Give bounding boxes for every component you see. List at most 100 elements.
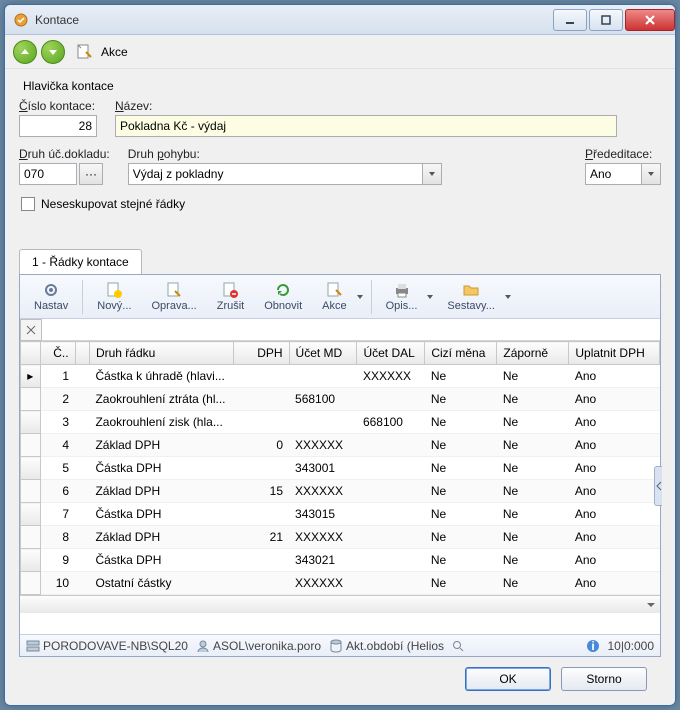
header-section-title: Hlavička kontace	[23, 79, 661, 93]
opis-dropdown[interactable]	[425, 277, 435, 317]
titlebar[interactable]: Kontace	[5, 5, 675, 35]
minimize-button[interactable]	[553, 9, 587, 31]
cell-dph	[233, 388, 289, 411]
col-ucet-md[interactable]: Účet MD	[289, 342, 357, 365]
col-uplatnit-dph[interactable]: Uplatnit DPH	[569, 342, 660, 365]
nastav-button[interactable]: Nastav	[26, 277, 76, 317]
akce-menu[interactable]: Akce	[101, 45, 128, 59]
cell-uplatnit: Ano	[569, 503, 660, 526]
cell-druh: Zaokrouhlení ztráta (hl...	[89, 388, 233, 411]
cell-md	[289, 365, 357, 388]
zrusit-button[interactable]: Zrušit	[209, 277, 253, 317]
cell-md: XXXXXX	[289, 480, 357, 503]
cell-dal	[357, 388, 425, 411]
status-server: PORODOVAVE-NB\SQL20	[43, 639, 188, 653]
prededitace-dropdown-button[interactable]	[641, 163, 661, 185]
storno-button[interactable]: Storno	[561, 667, 647, 691]
druh-dokladu-input[interactable]	[19, 163, 77, 185]
cell-zaporne: Ne	[497, 549, 569, 572]
table-row[interactable]: 7Částka DPH343015NeNeAno	[21, 503, 660, 526]
cell-cislo: 7	[40, 503, 75, 526]
cell-dal: XXXXXX	[357, 365, 425, 388]
status-counter: 10|0:000	[608, 639, 655, 653]
prededitace-select[interactable]	[585, 163, 641, 185]
close-button[interactable]	[625, 9, 675, 31]
cell-zaporne: Ne	[497, 457, 569, 480]
server-icon	[26, 639, 40, 653]
cell-uplatnit: Ano	[569, 434, 660, 457]
cell-uplatnit: Ano	[569, 411, 660, 434]
col-dph[interactable]: DPH	[233, 342, 289, 365]
table-row[interactable]: 2Zaokrouhlení ztráta (hl...568100NeNeAno	[21, 388, 660, 411]
cell-zaporne: Ne	[497, 572, 569, 595]
akce-dropdown[interactable]	[355, 277, 365, 317]
data-grid[interactable]: Č.. Druh řádku DPH Účet MD Účet DAL Cizí…	[20, 341, 660, 595]
cell-druh: Částka DPH	[89, 457, 233, 480]
cell-cislo: 9	[40, 549, 75, 572]
neseskupovat-label: Neseskupovat stejné řádky	[41, 197, 185, 211]
table-row[interactable]: ▸1Částka k úhradě (hlavi...XXXXXXNeNeAno	[21, 365, 660, 388]
cell-zaporne: Ne	[497, 388, 569, 411]
cell-uplatnit: Ano	[569, 549, 660, 572]
table-row[interactable]: 8Základ DPH21XXXXXXNeNeAno	[21, 526, 660, 549]
filter-row	[20, 319, 660, 341]
cell-druh: Ostatní částky	[89, 572, 233, 595]
cell-md: 568100	[289, 388, 357, 411]
table-row[interactable]: 10Ostatní částkyXXXXXXNeNeAno	[21, 572, 660, 595]
nazev-input[interactable]	[115, 115, 617, 137]
scroll-down-area[interactable]	[20, 595, 660, 613]
cell-druh: Částka k úhradě (hlavi...	[89, 365, 233, 388]
maximize-button[interactable]	[589, 9, 623, 31]
oprava-button[interactable]: Oprava...	[143, 277, 204, 317]
akce-button[interactable]: Akce	[314, 277, 354, 317]
cell-md: XXXXXX	[289, 434, 357, 457]
druh-dokladu-lookup-button[interactable]: ···	[79, 163, 103, 185]
cell-uplatnit: Ano	[569, 526, 660, 549]
col-zaporne[interactable]: Záporně	[497, 342, 569, 365]
chevron-down-icon	[646, 600, 656, 610]
cell-cizi: Ne	[425, 388, 497, 411]
col-ucet-dal[interactable]: Účet DAL	[357, 342, 425, 365]
cell-cislo: 5	[40, 457, 75, 480]
window-title: Kontace	[35, 13, 551, 27]
cell-dal	[357, 480, 425, 503]
druh-pohybu-dropdown-button[interactable]	[422, 163, 442, 185]
druh-dokladu-label: Druh úč.dokladu:	[19, 147, 110, 161]
side-panel-handle[interactable]	[654, 466, 662, 506]
cell-md: XXXXXX	[289, 572, 357, 595]
col-cizi-mena[interactable]: Cizí měna	[425, 342, 497, 365]
cell-druh: Základ DPH	[89, 480, 233, 503]
sestavy-dropdown[interactable]	[503, 277, 513, 317]
table-row[interactable]: 9Částka DPH343021NeNeAno	[21, 549, 660, 572]
cell-uplatnit: Ano	[569, 365, 660, 388]
clear-filter-button[interactable]	[20, 319, 42, 341]
novy-button[interactable]: Nový...	[89, 277, 139, 317]
sestavy-button[interactable]: Sestavy...	[439, 277, 502, 317]
cell-dal	[357, 572, 425, 595]
cell-druh: Základ DPH	[89, 434, 233, 457]
gear-icon	[42, 281, 60, 299]
filter-input-area[interactable]	[42, 319, 660, 340]
table-row[interactable]: 4Základ DPH0XXXXXXNeNeAno	[21, 434, 660, 457]
opis-button[interactable]: Opis...	[378, 277, 426, 317]
search-icon	[452, 640, 464, 652]
obnovit-button[interactable]: Obnovit	[256, 277, 310, 317]
neseskupovat-checkbox[interactable]	[21, 197, 35, 211]
cell-dph	[233, 503, 289, 526]
delete-doc-icon	[221, 281, 239, 299]
akce-icon	[75, 43, 93, 61]
nav-up-button[interactable]	[13, 40, 37, 64]
tab-radky-kontace[interactable]: 1 - Řádky kontace	[19, 249, 142, 274]
cislo-kontace-input[interactable]	[19, 115, 97, 137]
col-druh[interactable]: Druh řádku	[89, 342, 233, 365]
table-row[interactable]: 5Částka DPH343001NeNeAno	[21, 457, 660, 480]
nav-down-button[interactable]	[41, 40, 65, 64]
table-row[interactable]: 3Zaokrouhlení zisk (hla...668100NeNeAno	[21, 411, 660, 434]
table-row[interactable]: 6Základ DPH15XXXXXXNeNeAno	[21, 480, 660, 503]
druh-pohybu-select[interactable]	[128, 163, 422, 185]
ok-button[interactable]: OK	[465, 667, 551, 691]
database-icon	[329, 639, 343, 653]
akce-doc-icon	[325, 281, 343, 299]
col-cislo[interactable]: Č..	[40, 342, 75, 365]
svg-text:i: i	[591, 639, 594, 653]
